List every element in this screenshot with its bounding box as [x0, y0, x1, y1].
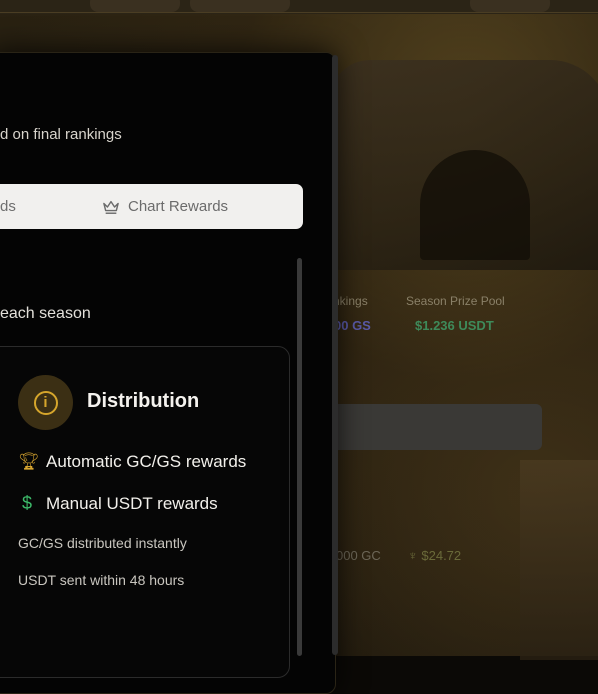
top-button[interactable] — [470, 0, 550, 12]
background-ruin — [520, 460, 598, 660]
bg-usdt-value: ♆ $24.72 — [408, 548, 461, 563]
top-button[interactable] — [90, 0, 180, 12]
bg-gc-value: 000 GC — [336, 548, 381, 563]
bg-stat-value: 00 GS — [334, 318, 371, 333]
bg-stat-label: nkings — [333, 294, 368, 308]
modal-scrollbar[interactable] — [332, 55, 338, 655]
list-item-label: Automatic GC/GS rewards — [46, 452, 247, 471]
card-title: Distribution — [87, 390, 200, 412]
tab-chart-rewards-label: Chart Rewards — [128, 198, 229, 215]
list-item: 🏆︎ Automatic GC/GS rewards — [18, 452, 246, 472]
dollar-icon: $ — [21, 493, 32, 513]
content-scrollbar[interactable] — [297, 258, 302, 656]
trophy-icon: ♆ — [408, 548, 418, 563]
modal-subtitle: d on final rankings — [0, 126, 122, 143]
top-button[interactable] — [190, 0, 290, 12]
tab-chart-rewards[interactable]: Chart Rewards — [102, 198, 228, 215]
note-text: USDT sent within 48 hours — [18, 572, 185, 588]
trophy-icon: 🏆︎ — [18, 452, 40, 471]
reward-tabs: ds Chart Rewards — [0, 184, 303, 229]
list-item: $ Manual USDT rewards — [18, 493, 218, 514]
bg-prize-pool-value: $1.236 USDT — [415, 318, 494, 333]
note-text: GC/GS distributed instantly — [18, 535, 187, 551]
crown-icon — [103, 200, 119, 214]
info-icon-badge: i — [18, 375, 73, 430]
tab-rewards[interactable]: ds — [0, 198, 16, 215]
bg-prize-pool-label: Season Prize Pool — [406, 294, 505, 308]
top-divider — [0, 12, 598, 13]
list-item-label: Manual USDT rewards — [46, 493, 218, 513]
info-icon: i — [33, 390, 58, 415]
background-archway — [420, 150, 530, 260]
bg-usdt-amount: $24.72 — [421, 548, 462, 563]
season-description: each season — [0, 305, 91, 322]
